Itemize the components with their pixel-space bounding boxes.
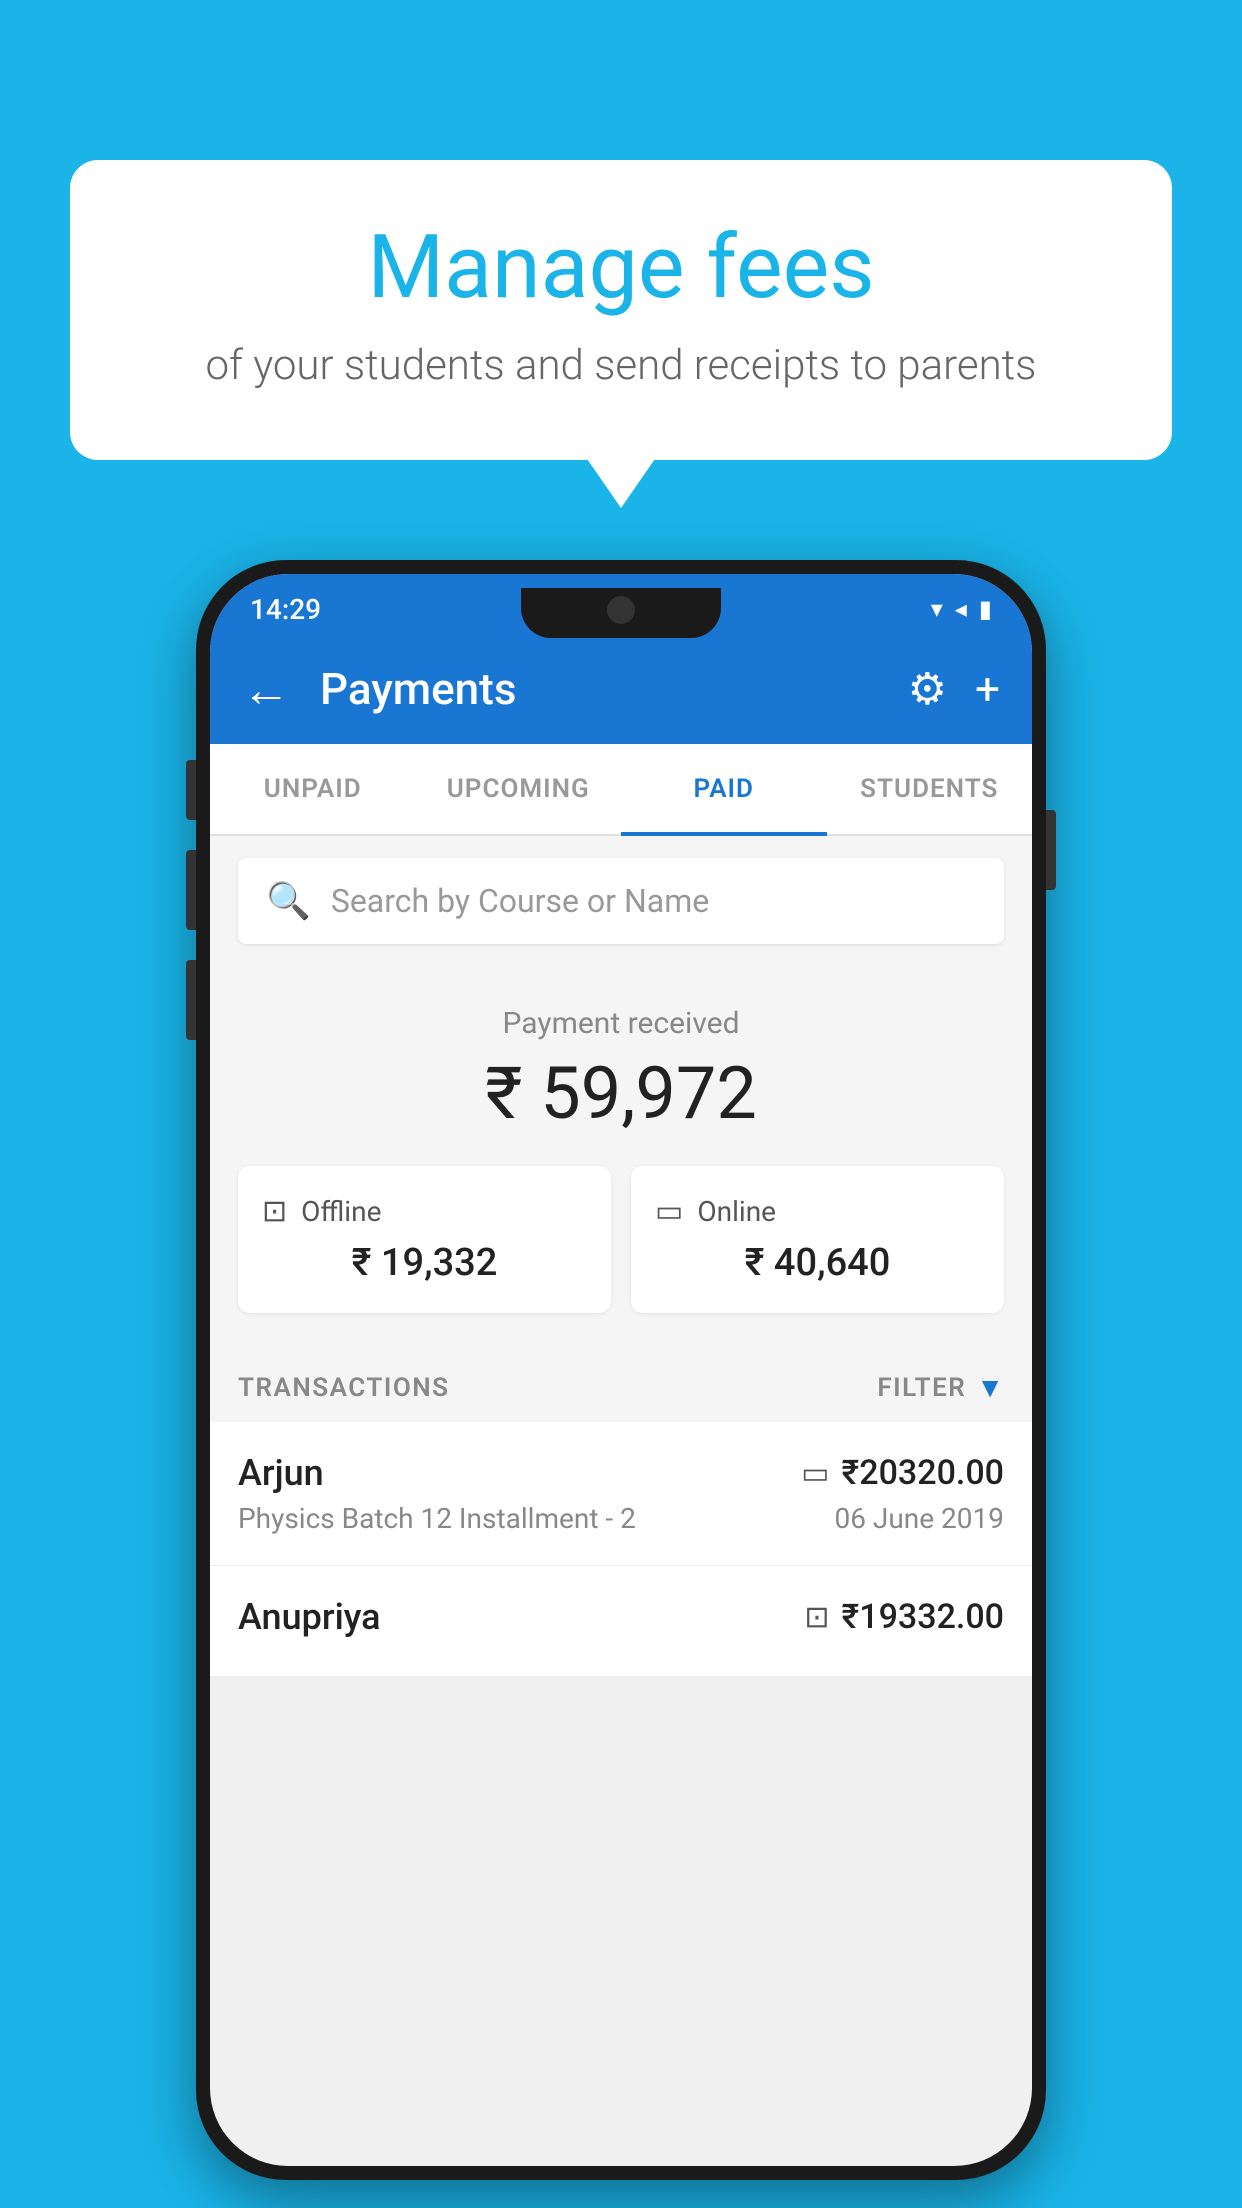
filter-container[interactable]: FILTER ▼ — [877, 1371, 1004, 1404]
online-amount: ₹ 40,640 — [655, 1241, 980, 1285]
transaction-name: Arjun — [238, 1452, 324, 1494]
online-label: Online — [697, 1195, 776, 1228]
speech-bubble: Manage fees of your students and send re… — [70, 160, 1172, 460]
signal-icon: ◂ — [955, 595, 967, 623]
search-bar[interactable]: 🔍 Search by Course or Name — [238, 858, 1004, 944]
power-button — [1046, 810, 1056, 890]
app-bar-actions: ⚙ + — [908, 663, 1000, 715]
phone-screen: 14:29 ▾ ◂ ▮ ← Payments ⚙ + UNPAID UPCO — [210, 574, 1032, 2166]
filter-icon: ▼ — [976, 1371, 1004, 1404]
transaction-amount: ₹19332.00 — [842, 1597, 1004, 1637]
filter-label: FILTER — [877, 1373, 966, 1403]
transactions-label: TRANSACTIONS — [238, 1373, 450, 1403]
volume-down-button — [186, 960, 196, 1040]
phone-mockup: 14:29 ▾ ◂ ▮ ← Payments ⚙ + UNPAID UPCO — [196, 560, 1046, 2180]
tab-students[interactable]: STUDENTS — [827, 744, 1033, 834]
phone-notch — [521, 588, 721, 638]
offline-card-header: ⊡ Offline — [262, 1194, 587, 1229]
search-icon: 🔍 — [266, 880, 311, 922]
status-icons: ▾ ◂ ▮ — [931, 595, 992, 623]
tab-unpaid[interactable]: UNPAID — [210, 744, 416, 834]
transaction-top: Arjun ▭ ₹20320.00 — [238, 1452, 1004, 1494]
bubble-title: Manage fees — [120, 220, 1122, 317]
back-button[interactable]: ← — [242, 661, 290, 718]
offline-payment-card: ⊡ Offline ₹ 19,332 — [238, 1166, 611, 1313]
bubble-subtitle: of your students and send receipts to pa… — [120, 341, 1122, 390]
transaction-amount-container: ⊡ ₹19332.00 — [804, 1597, 1004, 1637]
search-container: 🔍 Search by Course or Name — [210, 836, 1032, 966]
tab-upcoming[interactable]: UPCOMING — [416, 744, 622, 834]
payment-total-amount: ₹ 59,972 — [238, 1051, 1004, 1136]
tab-paid[interactable]: PAID — [621, 744, 827, 834]
offline-label: Offline — [301, 1195, 381, 1228]
online-payment-card: ▭ Online ₹ 40,640 — [631, 1166, 1004, 1313]
app-bar: ← Payments ⚙ + — [210, 634, 1032, 744]
battery-icon: ▮ — [979, 595, 992, 623]
payment-summary: Payment received ₹ 59,972 ⊡ Offline ₹ 19… — [210, 966, 1032, 1343]
front-camera — [607, 596, 635, 624]
transaction-course: Physics Batch 12 Installment - 2 — [238, 1502, 636, 1535]
volume-up-button — [186, 850, 196, 930]
volume-silent-button — [186, 760, 196, 820]
table-row[interactable]: Arjun ▭ ₹20320.00 Physics Batch 12 Insta… — [210, 1422, 1032, 1566]
transaction-date: 06 June 2019 — [834, 1502, 1004, 1535]
transaction-top: Anupriya ⊡ ₹19332.00 — [238, 1596, 1004, 1638]
online-card-header: ▭ Online — [655, 1194, 980, 1229]
offline-payment-icon: ⊡ — [804, 1600, 829, 1635]
search-input[interactable]: Search by Course or Name — [331, 882, 709, 920]
transaction-amount-container: ▭ ₹20320.00 — [801, 1453, 1004, 1493]
table-row[interactable]: Anupriya ⊡ ₹19332.00 — [210, 1566, 1032, 1677]
status-time: 14:29 — [250, 593, 321, 626]
offline-amount: ₹ 19,332 — [262, 1241, 587, 1285]
tab-bar: UNPAID UPCOMING PAID STUDENTS — [210, 744, 1032, 836]
transactions-header: TRANSACTIONS FILTER ▼ — [210, 1343, 1032, 1422]
card-payment-icon: ▭ — [801, 1456, 829, 1491]
offline-icon: ⊡ — [262, 1194, 287, 1229]
transaction-amount: ₹20320.00 — [842, 1453, 1004, 1493]
transaction-name: Anupriya — [238, 1596, 381, 1638]
transaction-bottom: Physics Batch 12 Installment - 2 06 June… — [238, 1502, 1004, 1535]
transactions-list: Arjun ▭ ₹20320.00 Physics Batch 12 Insta… — [210, 1422, 1032, 1677]
add-icon[interactable]: + — [975, 663, 1000, 715]
online-icon: ▭ — [655, 1194, 683, 1229]
payment-cards: ⊡ Offline ₹ 19,332 ▭ Online ₹ 40,640 — [238, 1166, 1004, 1313]
payment-received-label: Payment received — [238, 1006, 1004, 1041]
app-title: Payments — [320, 663, 878, 715]
settings-icon[interactable]: ⚙ — [908, 663, 947, 715]
wifi-icon: ▾ — [931, 595, 943, 623]
